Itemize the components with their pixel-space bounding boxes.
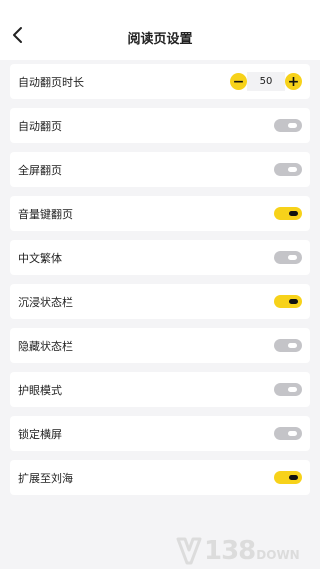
setting-label: 中文繁体 — [18, 251, 62, 265]
toggle-knob — [289, 475, 298, 480]
duration-value: 50 — [247, 72, 285, 91]
setting-label: 全屏翻页 — [18, 163, 62, 177]
plus-icon: + — [287, 73, 300, 90]
setting-label: 护眼模式 — [18, 383, 62, 397]
setting-row-hide-statusbar: 隐藏状态栏 — [10, 328, 310, 363]
setting-label: 扩展至刘海 — [18, 471, 73, 485]
setting-row-extend-notch: 扩展至刘海 — [10, 460, 310, 495]
watermark-number: 138 — [204, 535, 256, 566]
minus-icon: − — [232, 73, 245, 90]
decrease-button[interactable]: − — [230, 73, 247, 90]
page-title: 阅读页设置 — [127, 32, 193, 47]
watermark-logo: 138 DOWN — [176, 532, 320, 569]
traditional-chinese-toggle[interactable] — [274, 251, 302, 264]
watermark-suffix: DOWN — [256, 547, 300, 562]
toggle-knob — [288, 387, 297, 392]
eye-protection-toggle[interactable] — [274, 383, 302, 396]
lock-landscape-toggle[interactable] — [274, 427, 302, 440]
setting-row-eye-protection: 护眼模式 — [10, 372, 310, 407]
setting-row-immersive-statusbar: 沉浸状态栏 — [10, 284, 310, 319]
toggle-knob — [289, 211, 298, 216]
toggle-knob — [288, 431, 297, 436]
setting-label: 锁定横屏 — [18, 427, 62, 441]
volume-key-page-toggle[interactable] — [274, 207, 302, 220]
setting-label: 自动翻页时长 — [18, 75, 84, 89]
toggle-knob — [288, 343, 297, 348]
setting-row-auto-page: 自动翻页 — [10, 108, 310, 143]
duration-stepper: − 50 + — [230, 72, 302, 91]
immersive-statusbar-toggle[interactable] — [274, 295, 302, 308]
header-bar: 阅读页设置 — [0, 0, 320, 60]
fullscreen-page-toggle[interactable] — [274, 163, 302, 176]
increase-button[interactable]: + — [285, 73, 302, 90]
setting-label: 沉浸状态栏 — [18, 295, 73, 309]
setting-label: 自动翻页 — [18, 119, 62, 133]
auto-page-toggle[interactable] — [274, 119, 302, 132]
setting-row-volume-key-page: 音量键翻页 — [10, 196, 310, 231]
extend-notch-toggle[interactable] — [274, 471, 302, 484]
toggle-knob — [288, 123, 297, 128]
setting-label: 音量键翻页 — [18, 207, 73, 221]
setting-row-auto-page-duration: 自动翻页时长 − 50 + — [10, 64, 310, 99]
setting-label: 隐藏状态栏 — [18, 339, 73, 353]
watermark-mark-icon — [176, 537, 202, 564]
toggle-knob — [289, 299, 298, 304]
toggle-knob — [288, 255, 297, 260]
setting-row-lock-landscape: 锁定横屏 — [10, 416, 310, 451]
hide-statusbar-toggle[interactable] — [274, 339, 302, 352]
toggle-knob — [288, 167, 297, 172]
setting-row-traditional-chinese: 中文繁体 — [10, 240, 310, 275]
setting-row-fullscreen-page: 全屏翻页 — [10, 152, 310, 187]
